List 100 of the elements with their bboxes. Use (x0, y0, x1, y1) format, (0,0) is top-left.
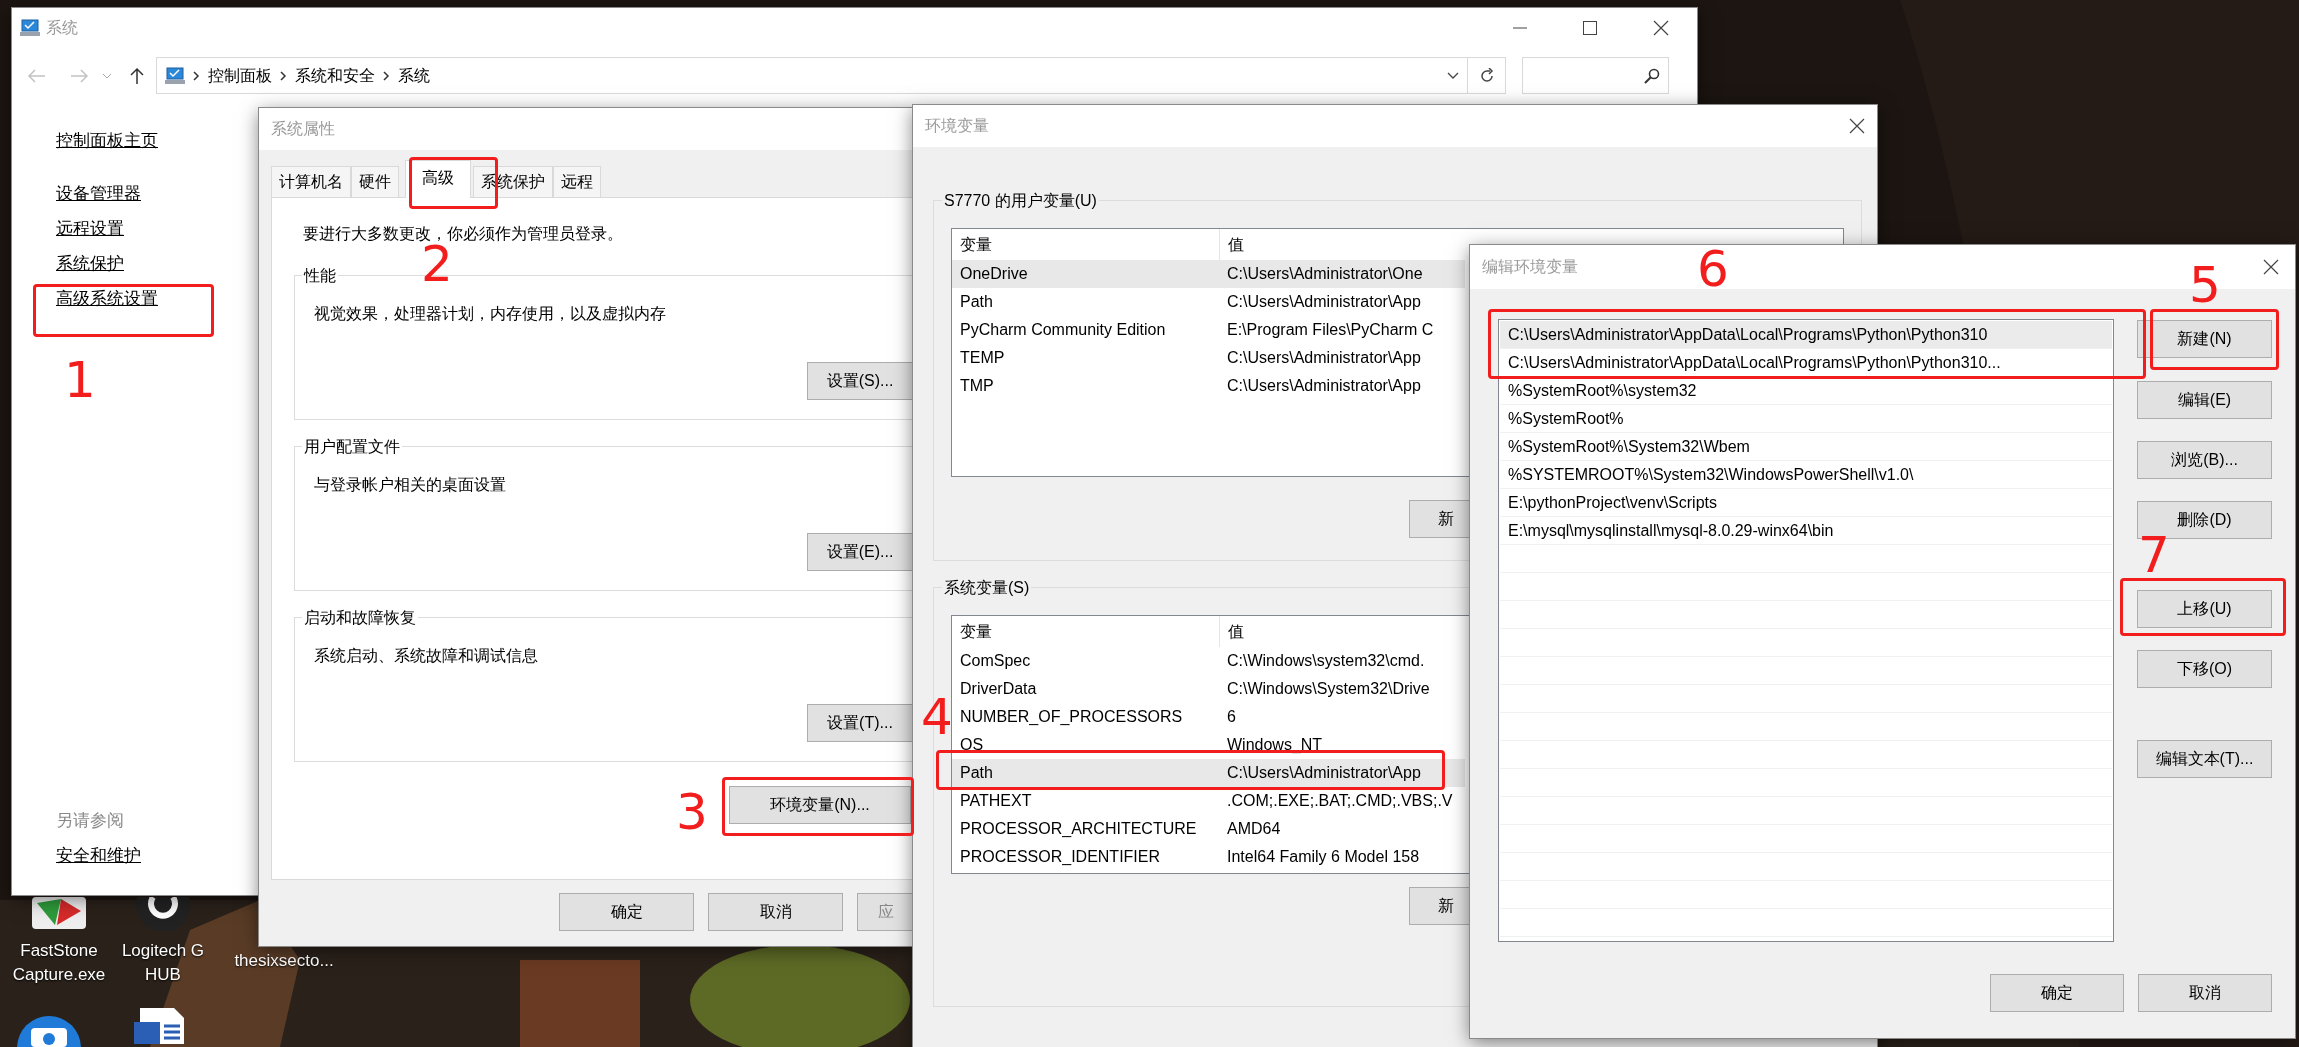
table-cell[interactable]: PATHEXT (952, 787, 1219, 815)
table-cell[interactable]: .COM;.EXE;.BAT;.CMD;.VBS;.V (1219, 787, 1465, 815)
table-cell[interactable]: PyCharm Community Edition (952, 316, 1219, 344)
close-icon[interactable] (1653, 20, 1669, 36)
section-heading: 另请参阅 (56, 810, 124, 832)
column-header[interactable]: 值 (1219, 229, 1465, 260)
table-cell[interactable]: C:\Windows\System32\Drive (1219, 675, 1465, 703)
nav-link[interactable]: 高级系统设置 (56, 281, 158, 316)
list-item[interactable]: E:\mysql\mysqlinstall\mysql-8.0.29-winx64\bin (1500, 517, 2112, 545)
table-cell[interactable]: AMD64 (1219, 815, 1465, 843)
table-cell[interactable]: ComSpec (952, 647, 1219, 675)
column-header[interactable]: 值 (1219, 616, 1465, 647)
icon-label[interactable]: thesixsecto... (234, 949, 334, 973)
breadcrumb-item[interactable]: 控制面板 (208, 65, 272, 86)
step-number: 1 (64, 360, 96, 400)
maximize-icon[interactable] (1583, 21, 1597, 35)
group-title: 用户配置文件 (302, 436, 402, 458)
table-cell[interactable]: C:\Users\Administrator\App (1219, 288, 1465, 316)
up-arrow-icon[interactable] (130, 66, 144, 85)
table-cell[interactable]: 6 (1219, 703, 1465, 731)
settings-button[interactable]: 设置(T)... (807, 704, 913, 742)
cancel-button[interactable]: 取消 (2138, 974, 2272, 1012)
table-cell[interactable]: C:\Users\Administrator\App (1219, 344, 1465, 372)
nav-link[interactable]: 控制面板主页 (56, 123, 158, 158)
table-cell[interactable]: PROCESSOR_ARCHITECTURE (952, 815, 1219, 843)
list-item[interactable]: E:\pythonProject\venv\Scripts (1500, 489, 2112, 517)
list-item[interactable]: %SYSTEMROOT%\System32\WindowsPowerShell\v1.0\ (1500, 461, 2112, 489)
tab[interactable]: 计算机名 (271, 166, 351, 197)
nav-link[interactable]: 安全和维护 (56, 838, 141, 873)
action-button[interactable]: 浏览(B)... (2137, 441, 2272, 479)
list-item[interactable]: C:\Users\Administrator\AppData\Local\Programs\Python\Python310 (1500, 321, 2112, 349)
nav-link[interactable]: 系统保护 (56, 246, 124, 281)
dialog-title: 环境变量 (925, 116, 989, 136)
settings-button[interactable]: 设置(S)... (807, 362, 913, 400)
refresh-icon[interactable] (1478, 67, 1495, 84)
close-icon[interactable] (2263, 259, 2279, 275)
cancel-button[interactable]: 取消 (708, 893, 843, 931)
table-cell[interactable]: C:\Users\Administrator\App (1219, 759, 1465, 787)
step-number: 4 (921, 697, 953, 737)
step-number: 6 (1697, 249, 1729, 289)
app-icon[interactable] (31, 897, 87, 931)
address-bar[interactable]: 控制面板 系统和安全 系统 (156, 57, 1468, 94)
computer-icon (165, 66, 185, 85)
table-cell[interactable]: DriverData (952, 675, 1219, 703)
settings-button[interactable]: 设置(E)... (807, 533, 913, 571)
dialog-title: 系统属性 (271, 119, 335, 139)
list-item[interactable]: %SystemRoot%\system32 (1500, 377, 2112, 405)
table-cell[interactable]: NUMBER_OF_PROCESSORS (952, 703, 1219, 731)
tab[interactable]: 高级 (405, 160, 471, 198)
new-button[interactable]: 新 (1409, 500, 1470, 538)
table-cell[interactable]: Path (952, 759, 1219, 787)
action-button[interactable]: 下移(O) (2137, 650, 2272, 688)
notice-text: 要进行大多数更改，你必须作为管理员登录。 (303, 224, 624, 244)
table-cell[interactable]: Path (952, 288, 1219, 316)
chevron-icon (193, 70, 200, 81)
column-header[interactable]: 变量 (952, 616, 1219, 647)
action-button[interactable]: 新建(N) (2137, 320, 2272, 358)
chevron-icon (383, 70, 390, 81)
step-number: 2 (421, 244, 453, 284)
ok-button[interactable]: 确定 (559, 893, 694, 931)
table-cell[interactable]: E:\Program Files\PyCharm C (1219, 316, 1465, 344)
group-title: S7770 的用户变量(U) (942, 190, 1099, 212)
breadcrumb-item[interactable]: 系统 (398, 65, 430, 86)
action-button[interactable]: 编辑(E) (2137, 381, 2272, 419)
table-cell[interactable]: PROCESSOR_IDENTIFIER (952, 843, 1219, 871)
dropdown-caret-icon[interactable] (1447, 72, 1459, 79)
search-field[interactable] (1522, 57, 1669, 94)
action-button[interactable]: 上移(U) (2137, 590, 2272, 628)
table-cell[interactable]: TEMP (952, 344, 1219, 372)
list-item[interactable]: %SystemRoot% (1500, 405, 2112, 433)
tab[interactable]: 硬件 (351, 166, 399, 197)
nav-link[interactable]: 远程设置 (56, 211, 124, 246)
list-item[interactable]: %SystemRoot%\System32\Wbem (1500, 433, 2112, 461)
close-icon[interactable] (1849, 118, 1865, 134)
breadcrumb-item[interactable]: 系统和安全 (295, 65, 375, 86)
table-cell[interactable]: C:\Users\Administrator\One (1219, 260, 1465, 288)
tab[interactable]: 远程 (553, 166, 601, 197)
dialog-title: 编辑环境变量 (1482, 257, 1578, 277)
nav-link[interactable]: 设备管理器 (56, 176, 141, 211)
step-number: 5 (2189, 265, 2221, 305)
computer-icon (20, 19, 40, 37)
table-cell[interactable]: TMP (952, 372, 1219, 400)
env-variables-button[interactable]: 环境变量(N)... (729, 786, 911, 824)
search-icon[interactable] (1644, 67, 1660, 84)
table-cell[interactable]: C:\Users\Administrator\App (1219, 372, 1465, 400)
window-title: 系统 (46, 18, 78, 38)
table-cell[interactable]: C:\Windows\system32\cmd. (1219, 647, 1465, 675)
ok-button[interactable]: 确定 (1990, 974, 2124, 1012)
table-cell[interactable]: OS (952, 731, 1219, 759)
chevron-icon (280, 70, 287, 81)
group-description: 视觉效果，处理器计划，内存使用，以及虚拟内存 (314, 304, 667, 324)
step-number: 3 (676, 792, 708, 832)
new-button[interactable]: 新 (1409, 887, 1470, 925)
table-cell[interactable]: OneDrive (952, 260, 1219, 288)
table-cell[interactable]: Windows_NT (1219, 731, 1465, 759)
list-item[interactable]: C:\Users\Administrator\AppData\Local\Programs\Python\Python310... (1500, 349, 2112, 377)
action-button[interactable]: 编辑文本(T)... (2137, 740, 2272, 778)
table-cell[interactable]: Intel64 Family 6 Model 158 (1219, 843, 1465, 871)
group-title: 性能 (302, 265, 338, 287)
refresh-button[interactable] (1468, 57, 1506, 94)
